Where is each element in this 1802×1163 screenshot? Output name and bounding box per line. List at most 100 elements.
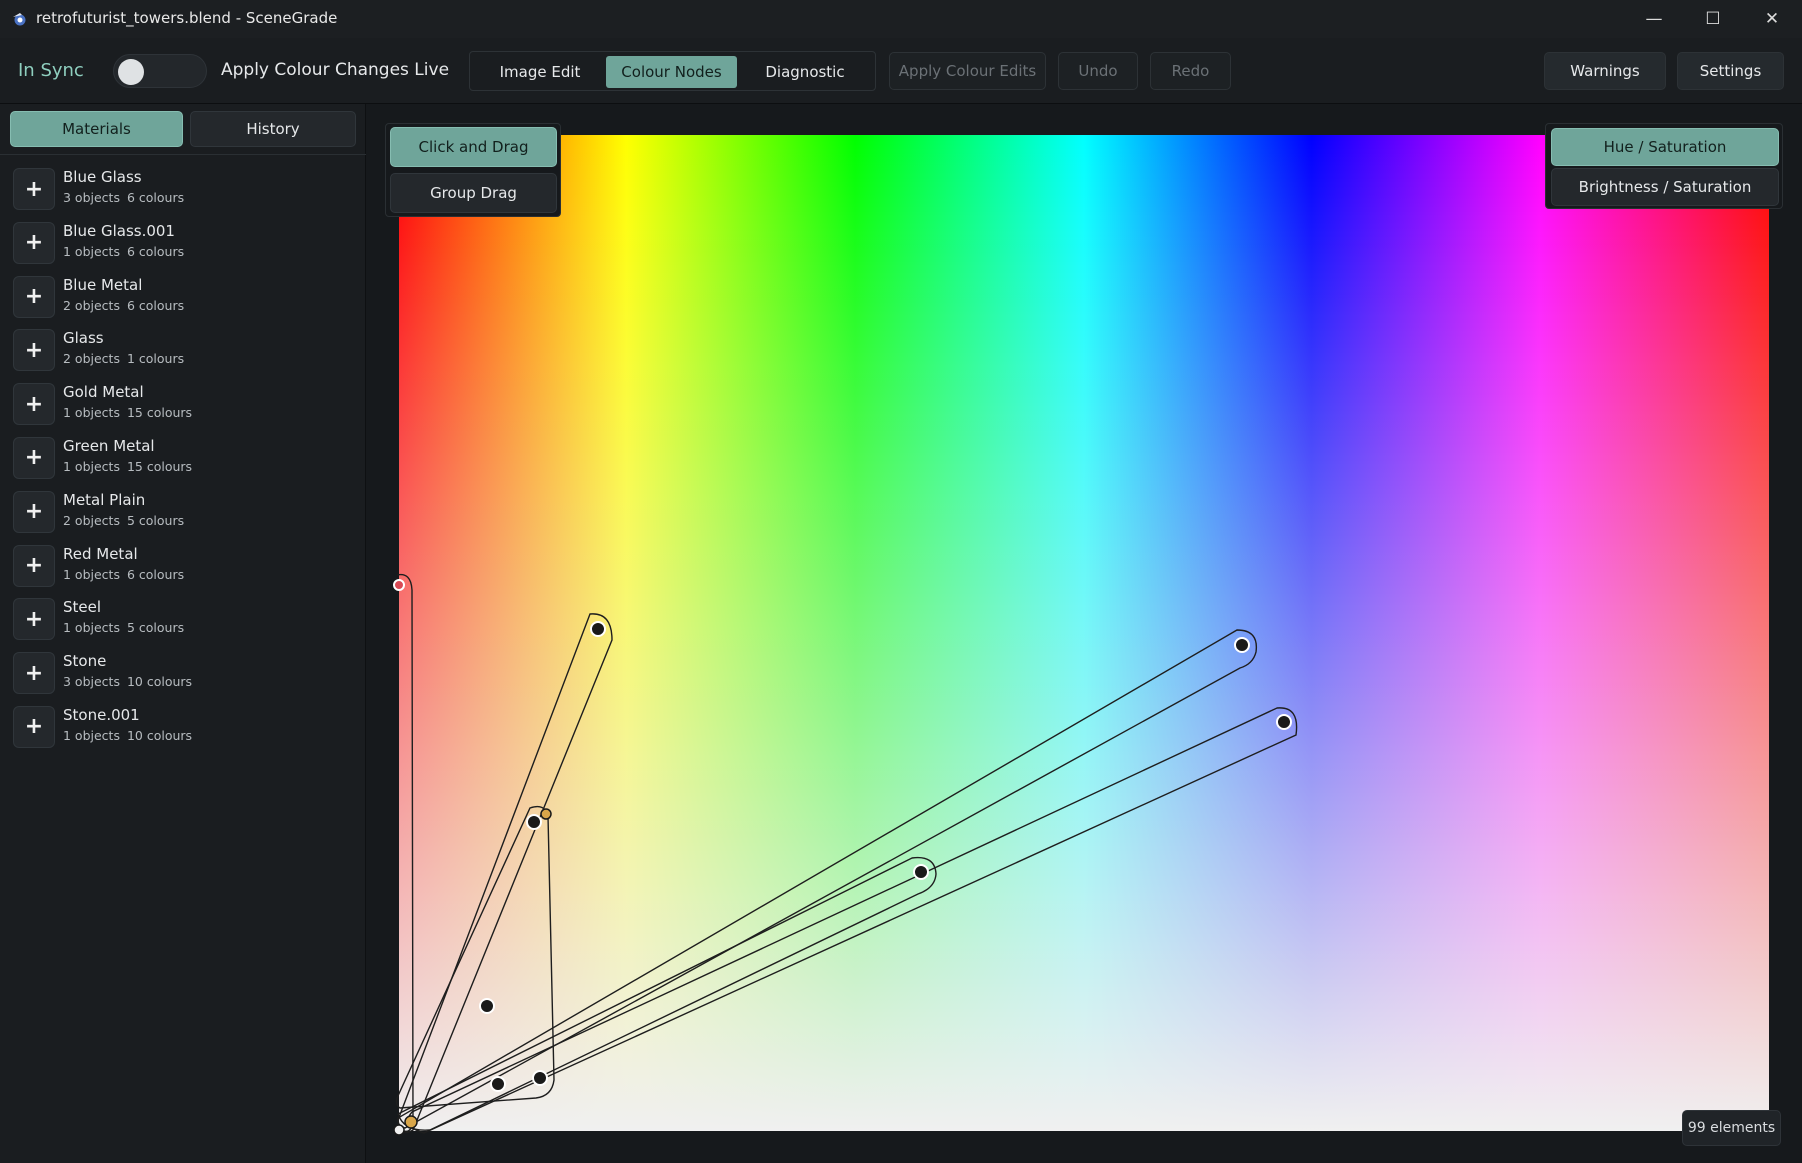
material-list-item[interactable]: + Green Metal 1 objects 15 colours: [0, 433, 366, 487]
add-material-button[interactable]: +: [13, 705, 55, 748]
add-material-button[interactable]: +: [13, 544, 55, 587]
material-name: Blue Glass: [63, 168, 142, 186]
node-group-hull[interactable]: [397, 856, 937, 1131]
toggle-knob: [118, 59, 144, 85]
add-material-button[interactable]: +: [13, 383, 55, 426]
warnings-button[interactable]: Warnings: [1544, 52, 1666, 90]
undo-button[interactable]: Undo: [1058, 52, 1138, 90]
live-apply-toggle[interactable]: [113, 54, 207, 88]
maximize-button[interactable]: ☐: [1683, 0, 1743, 38]
colour-node[interactable]: [532, 1070, 548, 1086]
node-group-hull[interactable]: [397, 613, 613, 1134]
material-meta: 2 objects 5 colours: [63, 513, 191, 528]
add-material-button[interactable]: +: [13, 598, 55, 641]
minimize-button[interactable]: —: [1624, 0, 1684, 38]
close-button[interactable]: ✕: [1742, 0, 1802, 38]
material-name: Glass: [63, 329, 104, 348]
add-material-button[interactable]: +: [13, 329, 55, 372]
colour-node-red[interactable]: [393, 579, 405, 591]
material-name: Blue Metal: [63, 275, 143, 294]
sidebar-divider: [0, 154, 366, 155]
material-name: Stone.001: [63, 705, 140, 724]
material-meta: 2 objects 6 colours: [63, 298, 191, 313]
colour-node[interactable]: [913, 864, 929, 880]
selected-node-marker[interactable]: [404, 1115, 418, 1129]
add-material-button[interactable]: +: [13, 221, 55, 264]
colour-node[interactable]: [590, 621, 606, 637]
material-list-item[interactable]: + Red Metal 1 objects 6 colours: [0, 541, 366, 595]
view-mode-group: Hue / Saturation Brightness / Saturation: [1545, 123, 1783, 209]
material-colour-count: 1 colours: [126, 351, 185, 367]
element-count-badge: 99 elements: [1682, 1110, 1781, 1146]
material-name: Blue Glass.001: [63, 221, 175, 240]
materials-sidebar: Materials History + Blue Glass 3 objects 6 …: [0, 104, 366, 1163]
material-object-count: 1 objects: [63, 620, 120, 636]
group-drag-button[interactable]: Group Drag: [390, 173, 557, 213]
material-meta: 3 objects 6 colours: [63, 190, 191, 205]
material-colour-count: 5 colours: [126, 620, 185, 636]
material-meta: 2 objects 1 colours: [63, 351, 191, 366]
material-colour-count: 5 colours: [126, 512, 185, 528]
material-object-count: 2 objects: [63, 512, 120, 528]
material-list-item[interactable]: + Glass 2 objects 1 colours: [0, 325, 366, 379]
material-meta: 1 objects 15 colours: [63, 405, 199, 420]
hue-saturation-button[interactable]: Hue / Saturation: [1551, 128, 1779, 166]
add-material-button[interactable]: +: [13, 275, 55, 318]
colour-node[interactable]: [479, 998, 495, 1014]
material-object-count: 1 objects: [63, 243, 120, 259]
material-object-count: 3 objects: [63, 190, 120, 205]
colour-node-overlay: [393, 573, 1298, 1136]
colour-node[interactable]: [1234, 637, 1250, 653]
material-colour-count: 15 colours: [126, 458, 193, 474]
window-title: retrofuturist_towers.blend - SceneGrade: [36, 9, 338, 27]
material-name: Gold Metal: [63, 383, 144, 402]
material-list-item[interactable]: + Metal Plain 2 objects 5 colours: [0, 487, 366, 541]
material-name: Red Metal: [63, 544, 138, 563]
top-toolbar: In Sync Apply Colour Changes Live Image …: [0, 38, 1802, 104]
mode-tab-group: Image Edit Colour Nodes Diagnostic: [469, 51, 876, 91]
tab-image-edit[interactable]: Image Edit: [478, 56, 602, 88]
material-list-item[interactable]: + Gold Metal 1 objects 15 colours: [0, 379, 366, 433]
add-material-button[interactable]: +: [13, 168, 55, 210]
material-list-item[interactable]: + Blue Metal 2 objects 6 colours: [0, 272, 366, 326]
brightness-saturation-button[interactable]: Brightness / Saturation: [1551, 168, 1779, 206]
apply-colour-edits-button[interactable]: Apply Colour Edits: [889, 52, 1046, 90]
app-logo-icon: [13, 13, 26, 26]
material-list-item[interactable]: + Blue Glass.001 1 objects 6 colours: [0, 218, 366, 272]
material-meta: 1 objects 10 colours: [63, 728, 199, 743]
material-list-item[interactable]: + Steel 1 objects 5 colours: [0, 594, 366, 648]
colour-node[interactable]: [490, 1076, 506, 1092]
node-group-hull[interactable]: [397, 629, 1258, 1129]
tab-history[interactable]: History: [190, 111, 356, 147]
material-list-item[interactable]: + Stone 3 objects 10 colours: [0, 648, 366, 702]
colour-node-white[interactable]: [393, 1124, 405, 1136]
material-list-item[interactable]: + Blue Glass 3 objects 6 colours: [0, 164, 366, 218]
material-colour-count: 6 colours: [126, 190, 185, 205]
settings-button[interactable]: Settings: [1677, 52, 1784, 90]
node-group-hull[interactable]: [396, 573, 414, 1133]
selected-node-marker[interactable]: [540, 808, 552, 820]
material-list-item[interactable]: + Stone.001 1 objects 10 colours: [0, 702, 366, 756]
material-name: Stone: [63, 652, 107, 671]
tab-materials[interactable]: Materials: [10, 111, 183, 147]
title-bar: retrofuturist_towers.blend - SceneGrade …: [0, 0, 1802, 38]
tab-colour-nodes[interactable]: Colour Nodes: [606, 56, 737, 88]
tab-diagnostic[interactable]: Diagnostic: [742, 56, 868, 88]
node-group-hull[interactable]: [407, 707, 1298, 1134]
material-colour-count: 6 colours: [126, 243, 185, 259]
material-object-count: 1 objects: [63, 566, 120, 582]
material-meta: 1 objects 5 colours: [63, 620, 191, 635]
redo-button[interactable]: Redo: [1150, 52, 1231, 90]
material-object-count: 2 objects: [63, 297, 120, 313]
material-object-count: 2 objects: [63, 351, 120, 367]
colour-node[interactable]: [1276, 714, 1292, 730]
click-and-drag-button[interactable]: Click and Drag: [390, 127, 557, 167]
add-material-button[interactable]: +: [13, 652, 55, 695]
material-meta: 1 objects 15 colours: [63, 459, 199, 474]
add-material-button[interactable]: +: [13, 436, 55, 479]
colour-node[interactable]: [526, 814, 542, 830]
material-colour-count: 10 colours: [126, 727, 193, 743]
material-name: Green Metal: [63, 436, 155, 455]
add-material-button[interactable]: +: [13, 490, 55, 533]
material-meta: 1 objects 6 colours: [63, 244, 191, 259]
